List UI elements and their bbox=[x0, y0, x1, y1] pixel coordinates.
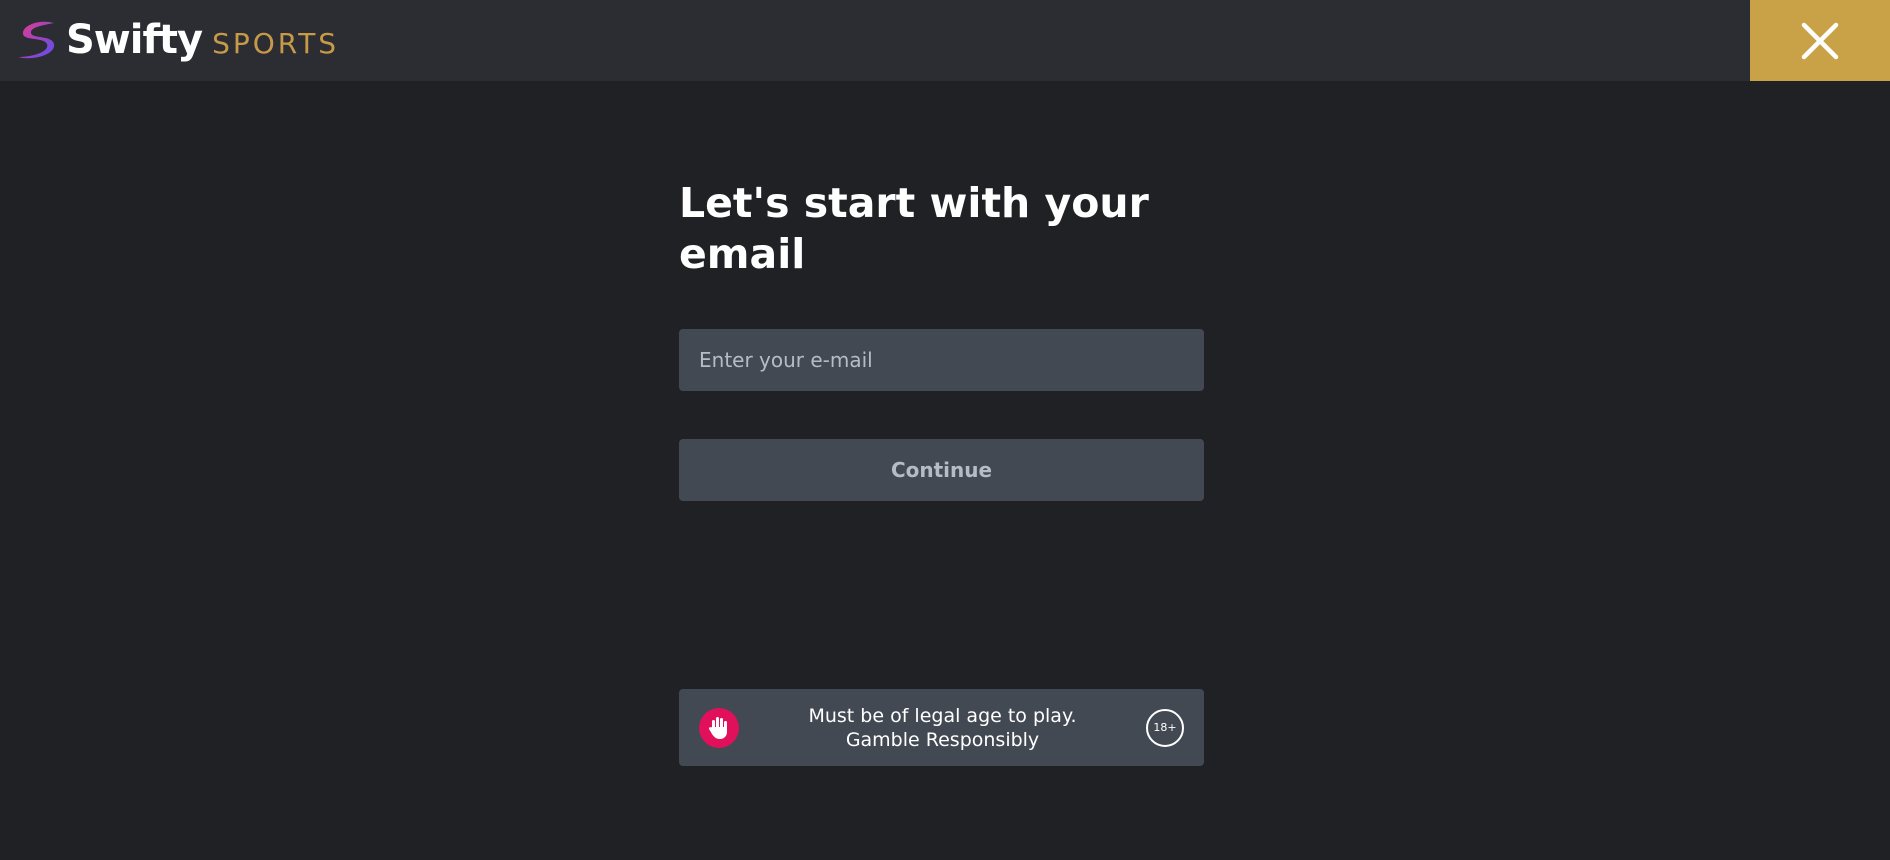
signup-panel: Let's start with your email Continue bbox=[679, 178, 1204, 501]
brand-name: Swifty bbox=[66, 17, 203, 63]
age-restriction-badge: 18+ bbox=[1146, 708, 1184, 747]
close-button[interactable] bbox=[1750, 0, 1890, 81]
responsible-gambling-notice: Must be of legal age to play. Gamble Res… bbox=[679, 689, 1204, 766]
page-title: Let's start with your email bbox=[679, 179, 1149, 278]
notice-text: Must be of legal age to play. Gamble Res… bbox=[739, 704, 1146, 752]
swifty-swoosh-icon bbox=[18, 21, 55, 59]
email-field[interactable] bbox=[679, 329, 1204, 391]
top-bar: Swifty SPORTS bbox=[0, 0, 1890, 81]
brand-logo[interactable]: Swifty SPORTS bbox=[14, 10, 339, 70]
hand-stop-icon bbox=[699, 707, 739, 748]
close-icon bbox=[1801, 22, 1839, 59]
brand-subtitle: SPORTS bbox=[212, 27, 340, 60]
continue-button[interactable]: Continue bbox=[679, 439, 1204, 501]
notice-line-1: Must be of legal age to play. bbox=[808, 704, 1077, 727]
notice-line-2: Gamble Responsibly bbox=[845, 728, 1040, 751]
